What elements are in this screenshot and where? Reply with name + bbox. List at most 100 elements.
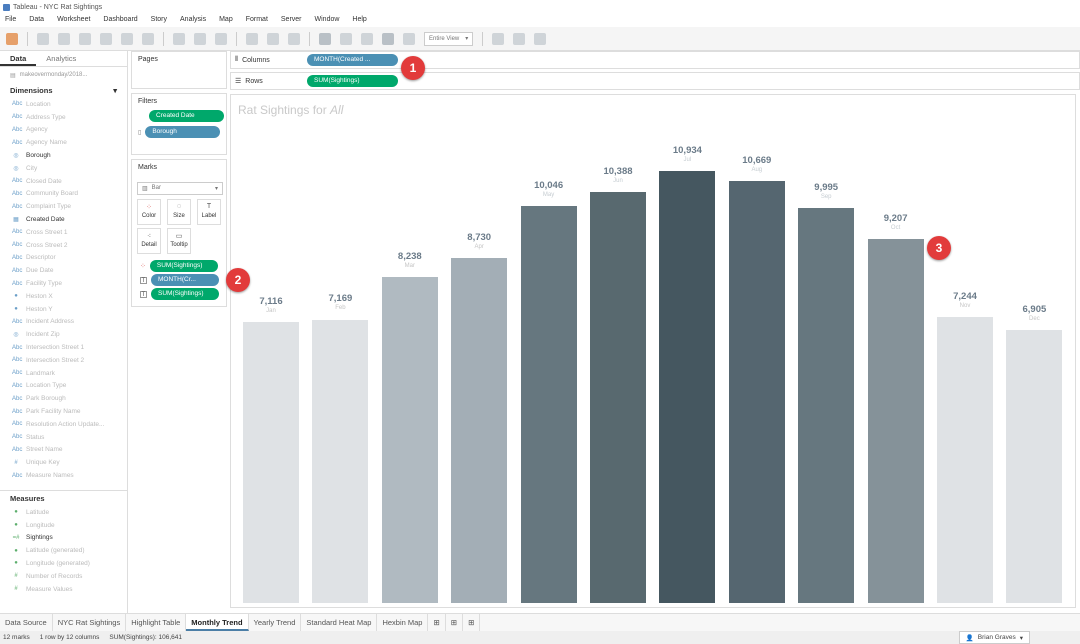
field-item[interactable]: Abc Park Facility Name xyxy=(0,405,127,418)
field-item[interactable]: Abc Descriptor xyxy=(0,252,127,265)
field-item[interactable]: # Number of Records xyxy=(0,570,127,583)
swap-icon[interactable] xyxy=(246,32,258,45)
sheet-tab[interactable]: Highlight Table xyxy=(126,614,187,631)
fix-axes-icon[interactable] xyxy=(382,32,394,45)
field-item[interactable]: Abc Landmark xyxy=(0,367,127,380)
bar-mark[interactable] xyxy=(381,277,438,603)
group-icon[interactable] xyxy=(340,32,352,45)
new-dashboard-icon[interactable]: ⊞ xyxy=(446,614,464,631)
field-item[interactable]: =# Sightings xyxy=(0,532,127,545)
new-story-icon[interactable]: ⊞ xyxy=(463,614,481,631)
bar-mark[interactable] xyxy=(520,205,577,603)
presentation-mode-icon[interactable] xyxy=(492,32,505,45)
mark-pill-label-month[interactable]: MONTH(Cr... xyxy=(151,274,219,286)
detail-button[interactable]: ⁖ Detail xyxy=(137,228,161,254)
menu-item-map[interactable]: Map xyxy=(219,16,233,23)
field-item[interactable]: Abc Street Name xyxy=(0,444,127,457)
field-item[interactable]: ◎ Incident Zip xyxy=(0,328,127,341)
redo-icon[interactable] xyxy=(58,32,70,45)
field-item[interactable]: Abc Measure Names xyxy=(0,469,127,482)
field-item[interactable]: Abc Cross Street 2 xyxy=(0,239,127,252)
bar-mark[interactable] xyxy=(1006,329,1063,603)
tab-analytics[interactable]: Analytics xyxy=(36,51,86,66)
sort-ascending-icon[interactable] xyxy=(267,32,279,45)
bar-mark[interactable] xyxy=(312,319,369,603)
rows-shelf[interactable]: ☰ Rows SUM(Sightings) xyxy=(230,72,1080,90)
field-item[interactable]: Abc Park Borough xyxy=(0,392,127,405)
field-item[interactable]: Abc Complaint Type xyxy=(0,200,127,213)
mark-pill-color-sightings[interactable]: SUM(Sightings) xyxy=(149,260,218,272)
mark-type-dropdown[interactable]: ▥ Bar ▾ xyxy=(137,182,223,195)
filter-pill-borough[interactable]: Borough xyxy=(145,126,221,138)
highlight-icon[interactable] xyxy=(319,32,331,45)
field-item[interactable]: ● Heston Y xyxy=(0,303,127,316)
new-worksheet-icon[interactable]: ⊞ xyxy=(428,614,446,631)
filter-pill-created-date[interactable]: Created Date xyxy=(149,110,224,122)
field-item[interactable]: # Measure Values xyxy=(0,583,127,596)
save-icon[interactable] xyxy=(79,32,91,45)
menu-item-story[interactable]: Story xyxy=(151,16,167,23)
field-item[interactable]: Abc Agency xyxy=(0,124,127,137)
menu-item-analysis[interactable]: Analysis xyxy=(180,16,206,23)
menu-item-file[interactable]: File xyxy=(5,16,16,23)
field-item[interactable]: ▦ Created Date xyxy=(0,213,127,226)
clear-sheet-icon[interactable] xyxy=(215,32,227,45)
field-item[interactable]: Abc Location xyxy=(0,98,127,111)
size-button[interactable]: ◌ Size xyxy=(167,199,191,225)
rows-pill-sightings[interactable]: SUM(Sightings) xyxy=(307,75,398,87)
sheet-tab[interactable]: Monthly Trend xyxy=(186,614,249,631)
menu-item-help[interactable]: Help xyxy=(352,16,366,23)
viz-canvas[interactable]: Rat Sightings for All 7,116 Jan 7,169 Feb 8,… xyxy=(230,94,1076,608)
run-update-icon[interactable] xyxy=(142,32,154,45)
menu-item-window[interactable]: Window xyxy=(315,16,340,23)
labels-icon[interactable] xyxy=(361,32,373,45)
field-item[interactable]: Abc Due Date xyxy=(0,264,127,277)
share-icon[interactable] xyxy=(534,32,547,45)
field-item[interactable]: Abc Resolution Action Update... xyxy=(0,418,127,431)
field-item[interactable]: # Unique Key xyxy=(0,456,127,469)
bar-mark[interactable] xyxy=(867,238,924,603)
bar-mark[interactable] xyxy=(728,181,785,603)
undo-icon[interactable] xyxy=(37,32,49,45)
field-item[interactable]: Abc Intersection Street 2 xyxy=(0,354,127,367)
menu-item-worksheet[interactable]: Worksheet xyxy=(57,16,90,23)
duplicate-sheet-icon[interactable] xyxy=(194,32,206,45)
field-item[interactable]: ◎ City xyxy=(0,162,127,175)
menu-item-format[interactable]: Format xyxy=(246,16,268,23)
field-item[interactable]: Abc Facility Type xyxy=(0,277,127,290)
menu-item-dashboard[interactable]: Dashboard xyxy=(103,16,137,23)
columns-shelf[interactable]: ⦀ Columns MONTH(Created ... xyxy=(230,51,1080,69)
field-item[interactable]: Abc Address Type xyxy=(0,111,127,124)
field-item[interactable]: Abc Location Type xyxy=(0,380,127,393)
tab-data[interactable]: Data xyxy=(0,51,37,66)
columns-pill-month[interactable]: MONTH(Created ... xyxy=(307,54,398,66)
sheet-tab[interactable]: Data Source xyxy=(0,614,53,631)
field-item[interactable]: ● Latitude (generated) xyxy=(0,544,127,557)
field-item[interactable]: ● Longitude xyxy=(0,519,127,532)
datasource-item[interactable]: ▤ makeovermonday/2018... xyxy=(0,67,127,83)
field-item[interactable]: Abc Agency Name xyxy=(0,136,127,149)
menu-item-server[interactable]: Server xyxy=(281,16,302,23)
sheet-tab[interactable]: NYC Rat Sightings xyxy=(53,614,127,631)
bar-mark[interactable] xyxy=(243,321,299,603)
field-item[interactable]: ● Heston X xyxy=(0,290,127,303)
bar-mark[interactable] xyxy=(798,207,855,603)
bar-mark[interactable] xyxy=(659,170,716,603)
field-item[interactable]: Abc Incident Address xyxy=(0,316,127,329)
field-item[interactable]: Abc Closed Date xyxy=(0,175,127,188)
tooltip-button[interactable]: ▭ Tooltip xyxy=(167,228,191,254)
tableau-icon[interactable] xyxy=(6,32,18,45)
bar-mark[interactable] xyxy=(937,316,993,603)
field-item[interactable]: Abc Status xyxy=(0,431,127,444)
format-icon[interactable] xyxy=(403,32,415,45)
field-item[interactable]: Abc Community Board xyxy=(0,188,127,201)
menu-item-data[interactable]: Data xyxy=(29,16,44,23)
label-button[interactable]: T Label xyxy=(197,199,221,225)
pause-updates-icon[interactable] xyxy=(121,32,133,45)
sheet-tab[interactable]: Standard Heat Map xyxy=(301,614,378,631)
new-datasource-icon[interactable] xyxy=(100,32,112,45)
mark-pill-label-sightings[interactable]: SUM(Sightings) xyxy=(151,288,219,300)
field-item[interactable]: ● Longitude (generated) xyxy=(0,557,127,570)
user-menu[interactable]: 👤 Brian Graves ▾ xyxy=(958,631,1030,644)
field-item[interactable]: Abc Cross Street 1 xyxy=(0,226,127,239)
